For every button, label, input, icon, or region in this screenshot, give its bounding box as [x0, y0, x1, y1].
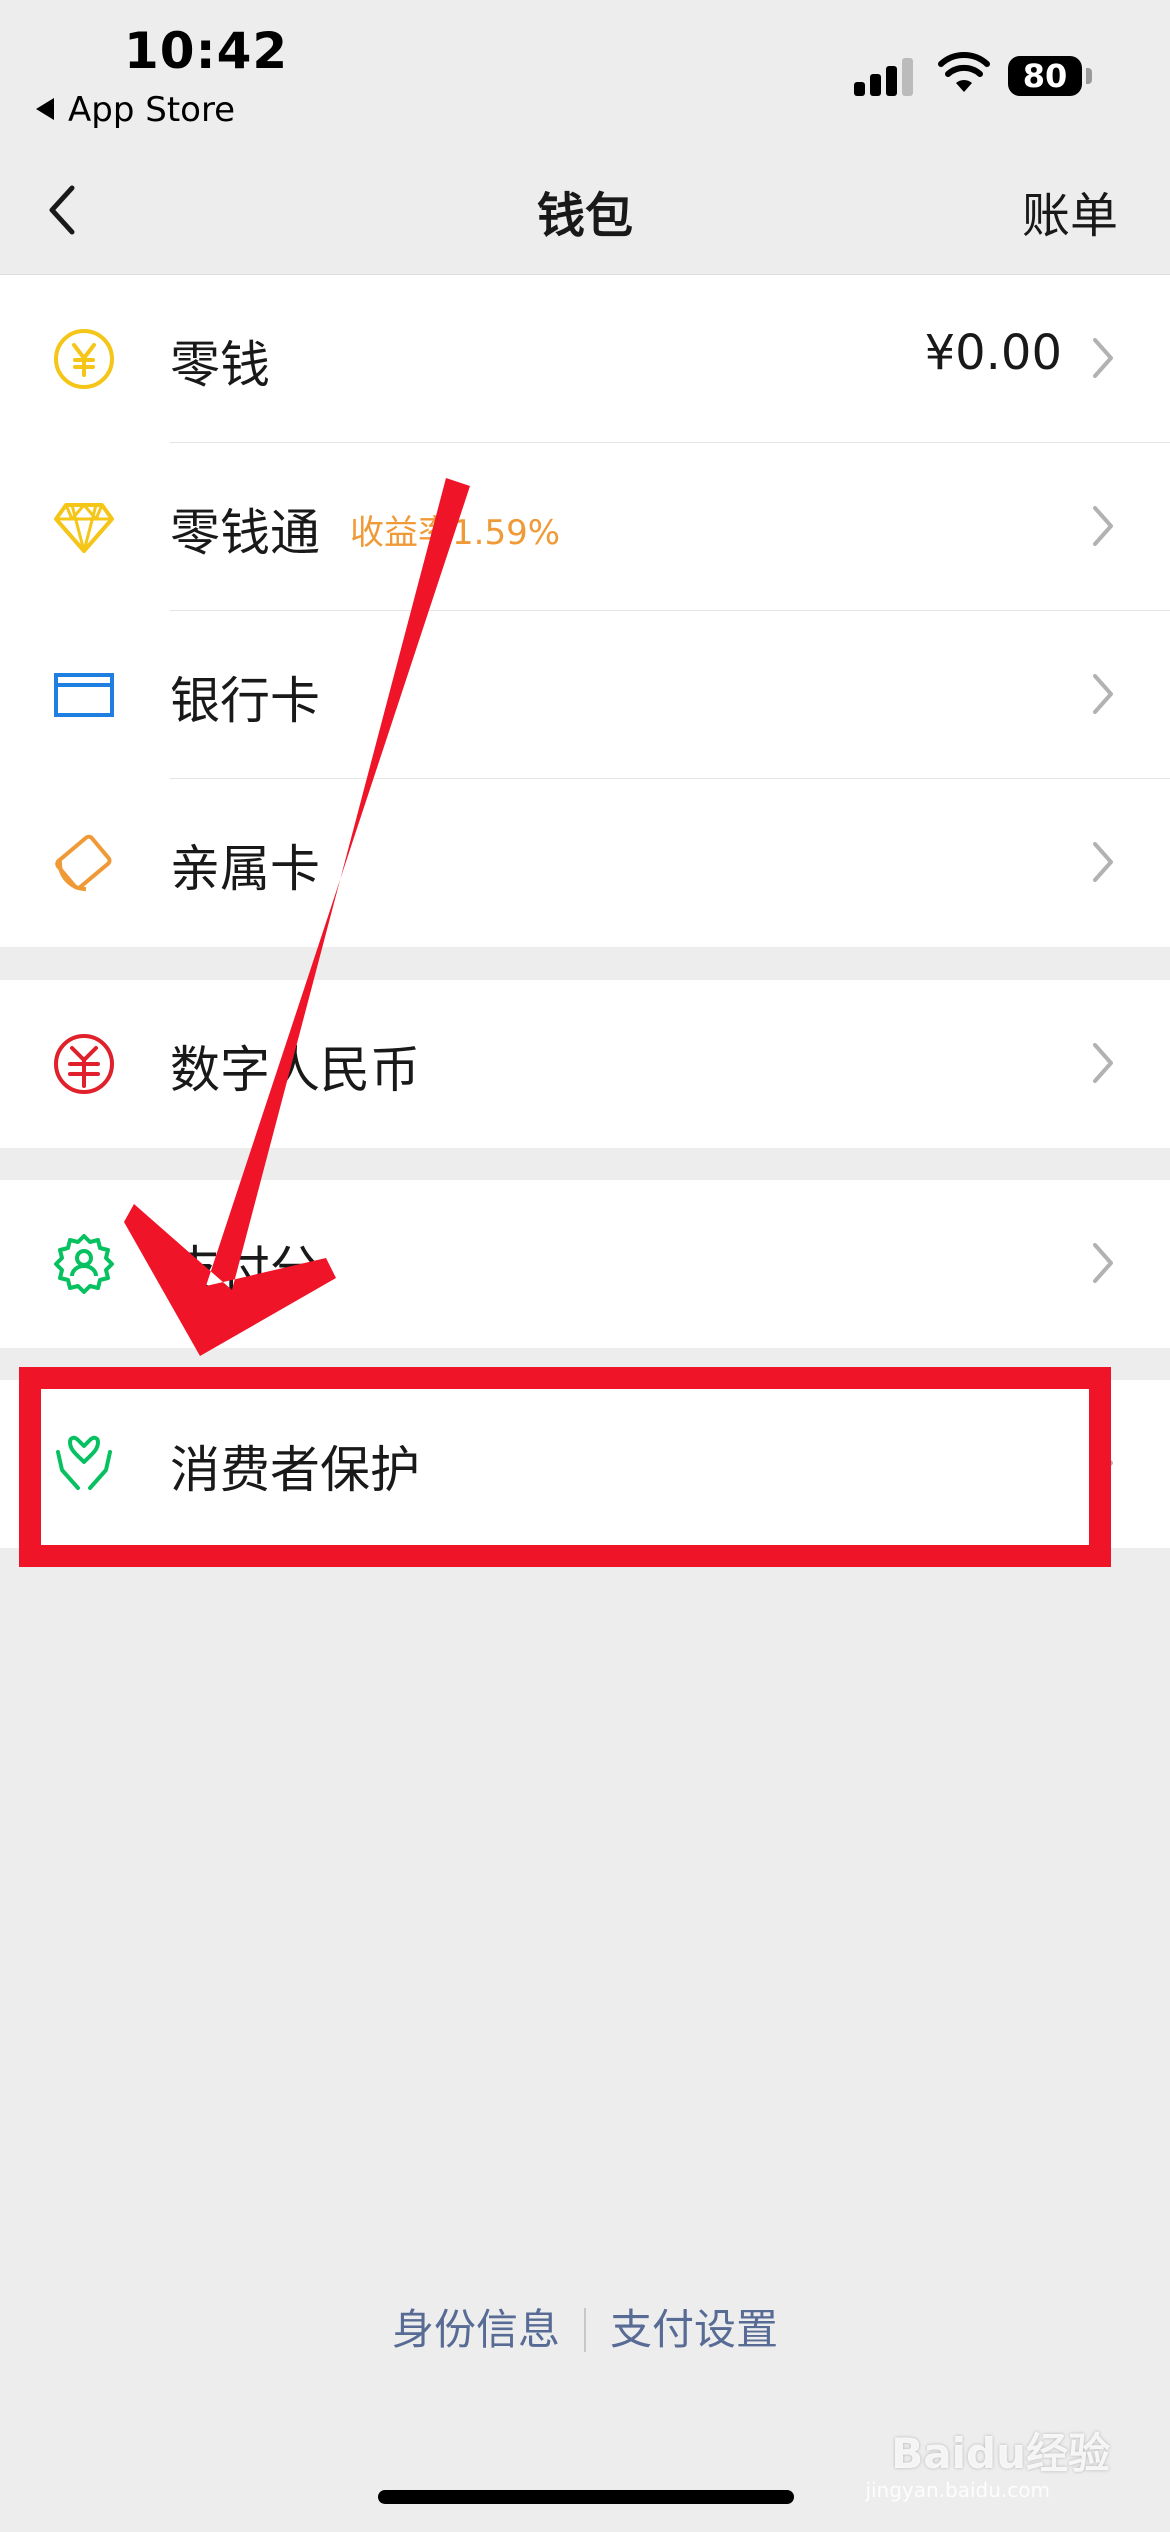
identity-info-link[interactable]: 身份信息: [392, 2305, 560, 2354]
back-triangle-icon: [36, 98, 54, 120]
row-digital-rmb[interactable]: 数字人民币: [0, 980, 1170, 1148]
wallet-group-protection: 消费者保护: [0, 1380, 1170, 1548]
battery-icon: 80: [1008, 56, 1082, 96]
change-balance: ¥0.00: [924, 325, 1062, 381]
status-bar: 10:42 App Store 80: [0, 0, 1170, 150]
footer-divider: [584, 2308, 586, 2352]
pay-settings-link[interactable]: 支付设置: [610, 2305, 778, 2354]
consumer-protection-label: 消费者保护: [170, 1441, 420, 1499]
consumer-protection-icon: [56, 1435, 112, 1490]
baidu-watermark-url: jingyan.baidu.com: [865, 2478, 1050, 2502]
chevron-right-icon: [1093, 842, 1113, 882]
row-lingqiantong[interactable]: 零钱通 收益率1.59%: [0, 443, 1170, 611]
row-consumer-protection[interactable]: 消费者保护: [0, 1380, 1170, 1548]
cellular-signal-icon: [854, 56, 918, 96]
row-family-card[interactable]: 亲属卡: [0, 779, 1170, 947]
chevron-right-icon: [1093, 1043, 1113, 1083]
row-change[interactable]: 零钱 ¥0.00: [0, 275, 1170, 443]
chevron-right-icon: [1093, 1443, 1113, 1483]
pay-score-label: 支付分: [170, 1241, 320, 1299]
bank-card-label: 银行卡: [170, 672, 320, 730]
yield-rate-badge: 收益率1.59%: [350, 513, 561, 553]
lingqiantong-label: 零钱通: [170, 504, 320, 562]
wifi-icon: [938, 52, 990, 92]
change-label: 零钱: [170, 336, 270, 394]
home-indicator: [378, 2490, 794, 2504]
bank-card-icon: [54, 673, 114, 717]
pay-score-icon: [54, 1234, 114, 1294]
wallet-group-score: 支付分: [0, 1180, 1170, 1348]
family-card-label: 亲属卡: [170, 840, 320, 898]
footer-links: 身份信息 支付设置: [0, 2296, 1170, 2357]
chevron-right-icon: [1093, 1243, 1113, 1283]
battery-tip: [1086, 68, 1092, 84]
wallet-group-digital: 数字人民币: [0, 980, 1170, 1148]
yuan-coin-icon: [54, 329, 114, 389]
clock: 10:42: [124, 22, 289, 80]
digital-rmb-label: 数字人民币: [170, 1041, 420, 1099]
page-title: 钱包: [536, 188, 633, 244]
chevron-right-icon: [1093, 338, 1113, 378]
back-app-label: App Store: [68, 90, 236, 130]
bill-button[interactable]: 账单: [1022, 176, 1118, 246]
nav-bar: 钱包 账单: [0, 150, 1170, 275]
baidu-watermark-logo: Baidu经验: [891, 2429, 1110, 2478]
digital-rmb-icon: [54, 1034, 114, 1094]
family-card-icon: [55, 834, 112, 892]
chevron-right-icon: [1093, 674, 1113, 714]
wallet-group-main: 零钱 ¥0.00 零钱通 收益率1.59% 银行卡 亲属卡: [0, 275, 1170, 947]
row-bank-card[interactable]: 银行卡: [0, 611, 1170, 779]
row-pay-score[interactable]: 支付分: [0, 1180, 1170, 1348]
diamond-icon: [54, 503, 114, 553]
chevron-right-icon: [1093, 506, 1113, 546]
back-to-app-store[interactable]: App Store: [36, 90, 235, 130]
